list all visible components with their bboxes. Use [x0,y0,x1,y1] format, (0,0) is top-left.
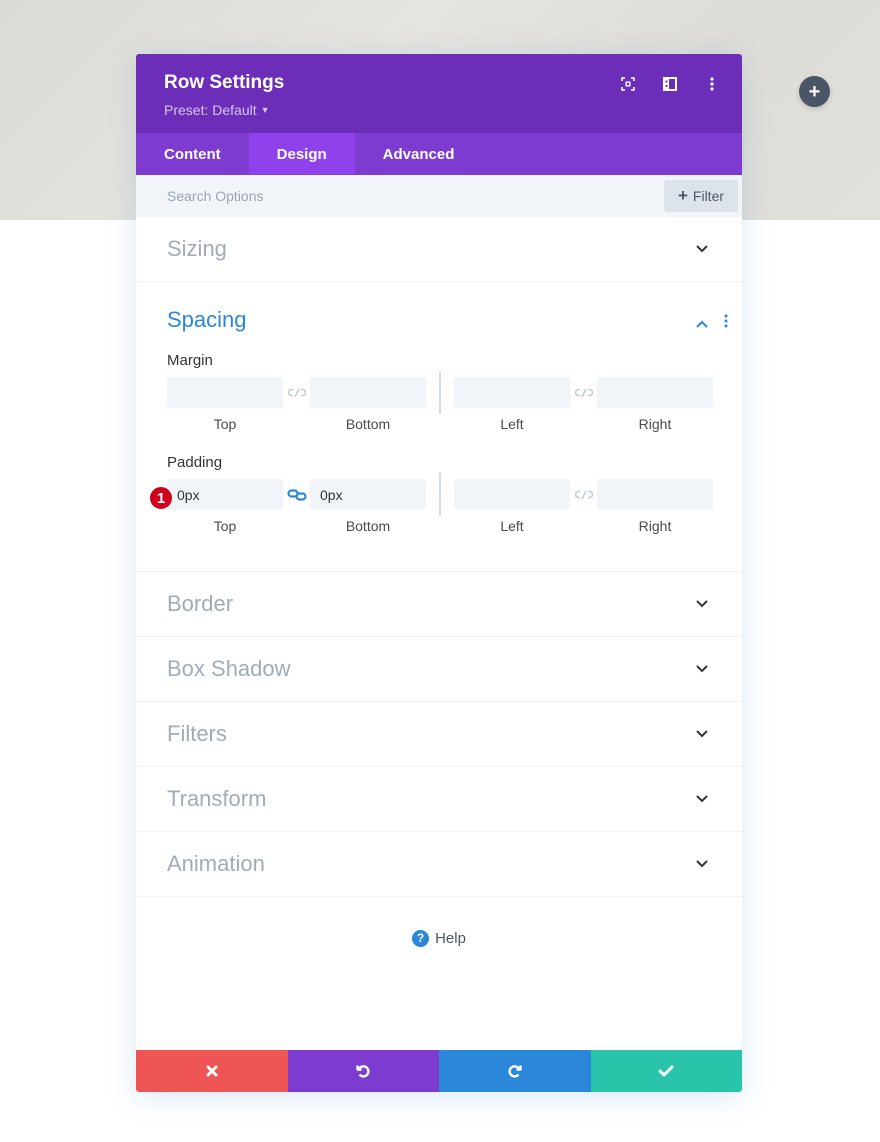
save-button[interactable] [590,1050,742,1092]
tab-bar: Content Design Advanced [136,133,742,175]
tab-advanced[interactable]: Advanced [355,133,483,175]
annotation-badge: 1 [149,486,173,510]
split-view-icon[interactable] [660,74,680,94]
help-label: Help [435,929,466,947]
linked-icon[interactable] [283,479,310,510]
plus-icon: + [808,80,821,103]
chevron-down-icon[interactable] [694,241,710,257]
focus-icon[interactable] [618,74,638,94]
close-icon [206,1065,218,1077]
caret-down-icon: ▼ [260,105,270,115]
section-title: Box Shadow [167,656,291,681]
padding-label: Padding [167,454,223,471]
padding-right-input[interactable] [597,479,713,510]
margin-left-input[interactable] [454,377,570,408]
section-border[interactable]: Border [136,572,742,637]
unlinked-icon[interactable] [570,479,597,510]
section-title: Border [167,591,234,616]
section-filters[interactable]: Filters [136,702,742,767]
chevron-down-icon[interactable] [694,596,710,612]
chevron-down-icon[interactable] [694,856,710,872]
preset-selector[interactable]: Preset: Default ▼ [164,102,742,118]
divider [439,473,441,516]
padding-fields: 1 Top Bottom Left Right [136,473,742,534]
section-sizing[interactable]: Sizing [136,217,742,282]
more-vertical-icon[interactable] [702,74,722,94]
modal-header[interactable]: Row Settings Preset: Default ▼ [136,54,742,133]
field-label-top: Top [213,416,237,432]
search-bar: + Filter [136,175,742,217]
field-label-right: Right [638,518,672,534]
padding-bottom-input[interactable] [310,479,426,510]
unlinked-icon[interactable] [570,377,597,408]
field-label-right: Right [638,416,672,432]
section-spacing: Spacing Margin Top Bottom Left Right Pad… [136,282,742,572]
padding-top-input[interactable] [167,479,283,510]
section-transform[interactable]: Transform [136,767,742,832]
tab-design[interactable]: Design [248,133,355,175]
help-link[interactable]: ? Help [136,897,742,979]
margin-fields: Top Bottom Left Right [136,371,742,432]
redo-icon [508,1065,522,1078]
field-label-bottom: Bottom [345,416,391,432]
chevron-down-icon[interactable] [694,726,710,742]
chevron-down-icon[interactable] [694,791,710,807]
section-title: Transform [167,786,267,811]
section-title: Sizing [167,236,227,261]
field-label-top: Top [213,518,237,534]
chevron-down-icon[interactable] [694,661,710,677]
field-label-left: Left [500,416,524,432]
spacing-header[interactable]: Spacing [136,282,742,358]
cancel-button[interactable] [136,1050,288,1092]
section-title: Animation [167,851,265,876]
section-animation[interactable]: Animation [136,832,742,897]
plus-icon: + [677,186,688,205]
section-box-shadow[interactable]: Box Shadow [136,637,742,702]
redo-button[interactable] [439,1050,591,1092]
padding-left-input[interactable] [454,479,570,510]
unlinked-icon[interactable] [283,377,310,408]
preset-label: Preset: Default [164,102,257,118]
field-label-left: Left [500,518,524,534]
section-title: Filters [167,721,227,746]
section-title: Spacing [167,307,247,332]
divider [439,371,441,414]
undo-icon [356,1065,370,1078]
margin-label: Margin [167,352,213,369]
filter-button[interactable]: + Filter [664,180,738,212]
add-row-button[interactable]: + [799,76,830,107]
filter-label: Filter [692,188,725,204]
search-input[interactable] [167,188,567,204]
margin-right-input[interactable] [597,377,713,408]
modal-footer [136,1050,742,1092]
margin-bottom-input[interactable] [310,377,426,408]
check-icon [658,1065,674,1077]
undo-button[interactable] [287,1050,439,1092]
field-label-bottom: Bottom [345,518,391,534]
margin-top-input[interactable] [167,377,283,408]
help-icon: ? [412,929,430,947]
more-vertical-icon[interactable] [724,314,730,330]
chevron-up-icon[interactable] [694,316,710,332]
row-settings-modal: Row Settings Preset: Default ▼ Content D… [136,54,742,1092]
tab-content[interactable]: Content [136,133,249,175]
